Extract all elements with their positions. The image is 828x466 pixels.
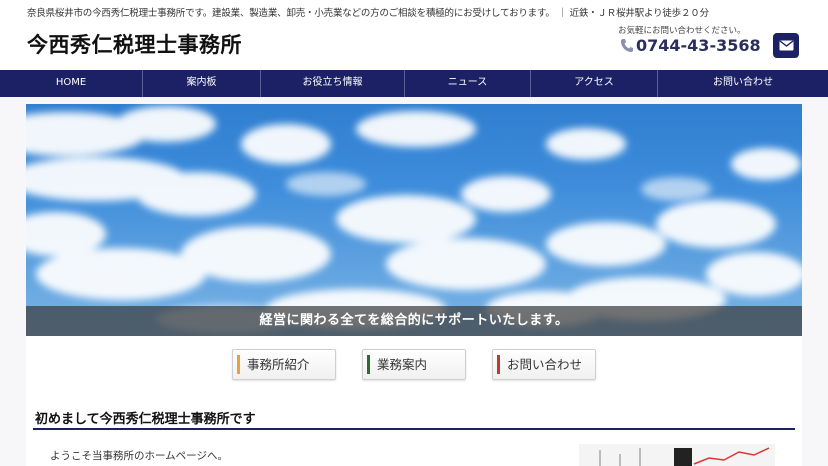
phone-icon (621, 39, 633, 52)
accent-bar (367, 355, 370, 374)
main-content: 事務所紹介 業務案内 お問い合わせ 初めまして今西秀仁税理士事務所です ようこそ… (26, 336, 802, 466)
section-title: 初めまして今西秀仁税理士事務所です (35, 412, 256, 427)
nav-item-news[interactable]: ニュース (405, 70, 531, 97)
office-intro-label: 事務所紹介 (247, 357, 310, 372)
mail-button[interactable] (773, 33, 799, 58)
contact-note: お気軽にお問い合わせください。 (618, 26, 746, 36)
welcome-text: ようこそ当事務所のホームページへ。 (50, 450, 228, 462)
hero-caption: 経営に関わる全てを総合的にサポートいたします。 (26, 306, 802, 336)
office-intro-button[interactable]: 事務所紹介 (232, 349, 336, 380)
main-nav: HOME 案内板 お役立ち情報 ニュース アクセス お問い合わせ (0, 70, 828, 97)
site-title[interactable]: 今西秀仁税理士事務所 (27, 29, 242, 59)
accent-bar (237, 355, 240, 374)
nav-item-useful-info[interactable]: お役立ち情報 (261, 70, 405, 97)
nav-item-contact[interactable]: お問い合わせ (658, 70, 828, 97)
services-label: 業務案内 (377, 357, 428, 372)
cloud-sky-image (26, 106, 802, 333)
mail-icon (779, 40, 793, 51)
contact-button[interactable]: お問い合わせ (492, 349, 596, 380)
site-header: 奈良県桜井市の今西秀仁税理士事務所です。建設業、製造業、卸売・小売業などの方のご… (0, 0, 828, 70)
hero-banner: 経営に関わる全てを総合的にサポートいたします。 (26, 104, 802, 336)
chart-thumbnail-image (579, 444, 775, 466)
contact-label: お問い合わせ (507, 357, 583, 372)
nav-item-access[interactable]: アクセス (531, 70, 658, 97)
services-button[interactable]: 業務案内 (362, 349, 466, 380)
header-tagline: 奈良県桜井市の今西秀仁税理士事務所です。建設業、製造業、卸売・小売業などの方のご… (27, 8, 709, 19)
accent-bar (497, 355, 500, 374)
section-divider (33, 428, 795, 430)
phone-text: 0744-43-3568 (636, 36, 761, 55)
nav-item-guide[interactable]: 案内板 (143, 70, 261, 97)
phone-number[interactable]: 0744-43-3568 (620, 36, 761, 55)
nav-item-home[interactable]: HOME (0, 70, 143, 97)
